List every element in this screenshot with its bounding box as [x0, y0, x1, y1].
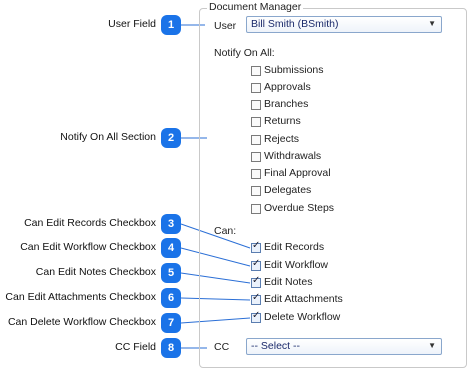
- document-manager-title: Document Manager: [207, 1, 304, 13]
- annotation-badge-4: 4: [161, 238, 181, 258]
- checkbox-box[interactable]: [251, 117, 261, 127]
- checkbox-box[interactable]: [251, 169, 261, 179]
- annotation-badge-6: 6: [161, 288, 181, 308]
- checkbox-label: Final Approval: [264, 167, 331, 179]
- user-label: User: [214, 20, 237, 32]
- checkbox-box[interactable]: [251, 83, 261, 93]
- checkbox-box[interactable]: [251, 66, 261, 76]
- annotation-label-cc-field: CC Field: [115, 341, 156, 353]
- annotation-badge-3: 3: [161, 214, 181, 234]
- chevron-down-icon: ▼: [428, 341, 436, 350]
- annotation-badge-5: 5: [161, 263, 181, 283]
- checkbox-box[interactable]: [251, 186, 261, 196]
- checkbox-box[interactable]: [251, 204, 261, 214]
- checkbox-label: Edit Workflow: [264, 259, 328, 271]
- cc-dropdown-value: -- Select --: [251, 340, 301, 352]
- checkbox-label: Withdrawals: [264, 150, 322, 162]
- chevron-down-icon: ▼: [428, 19, 436, 28]
- annotation-label-edit-records: Can Edit Records Checkbox: [24, 217, 156, 229]
- cc-label: CC: [214, 341, 230, 353]
- checkbox-box-checked[interactable]: [251, 275, 261, 288]
- annotation-badge-2: 2: [161, 128, 181, 148]
- checkbox-box-checked[interactable]: [251, 240, 261, 253]
- annotation-badge-1: 1: [161, 15, 181, 35]
- checkbox-label: Delegates: [264, 184, 312, 196]
- annotation-label-edit-workflow: Can Edit Workflow Checkbox: [20, 241, 156, 253]
- checkbox-label: Edit Records: [264, 241, 325, 253]
- checkbox-box-checked[interactable]: [251, 292, 261, 305]
- user-dropdown-value: Bill Smith (BSmith): [251, 18, 339, 30]
- checkbox-label: Overdue Steps: [264, 202, 335, 214]
- checkbox-label: Submissions: [264, 64, 324, 76]
- checkbox-label: Returns: [264, 115, 301, 127]
- annotation-label-edit-notes: Can Edit Notes Checkbox: [35, 266, 156, 278]
- checkbox-box-checked[interactable]: [251, 258, 261, 271]
- can-label: Can:: [214, 225, 237, 237]
- checkbox-label: Delete Workflow: [264, 311, 341, 323]
- annotation-label-notify-section: Notify On All Section: [60, 131, 156, 143]
- checkbox-box[interactable]: [251, 100, 261, 110]
- checkbox-label: Edit Attachments: [264, 293, 343, 305]
- annotation-badge-7: 7: [161, 313, 181, 333]
- notify-on-all-label: Notify On All:: [214, 47, 275, 59]
- checkbox-label: Rejects: [264, 133, 300, 145]
- annotation-badge-8: 8: [161, 338, 181, 358]
- user-dropdown[interactable]: Bill Smith (BSmith) ▼: [246, 16, 442, 33]
- checkbox-label: Edit Notes: [264, 276, 313, 288]
- checkbox-box-checked[interactable]: [251, 310, 261, 323]
- checkbox-box[interactable]: [251, 135, 261, 145]
- checkbox-label: Branches: [264, 98, 309, 110]
- annotation-label-user-field: User Field: [108, 18, 156, 30]
- annotation-label-edit-attachments: Can Edit Attachments Checkbox: [5, 291, 156, 303]
- checkbox-label: Approvals: [264, 81, 311, 93]
- cc-dropdown[interactable]: -- Select -- ▼: [246, 338, 442, 355]
- annotation-label-delete-workflow: Can Delete Workflow Checkbox: [7, 316, 156, 328]
- checkbox-box[interactable]: [251, 152, 261, 162]
